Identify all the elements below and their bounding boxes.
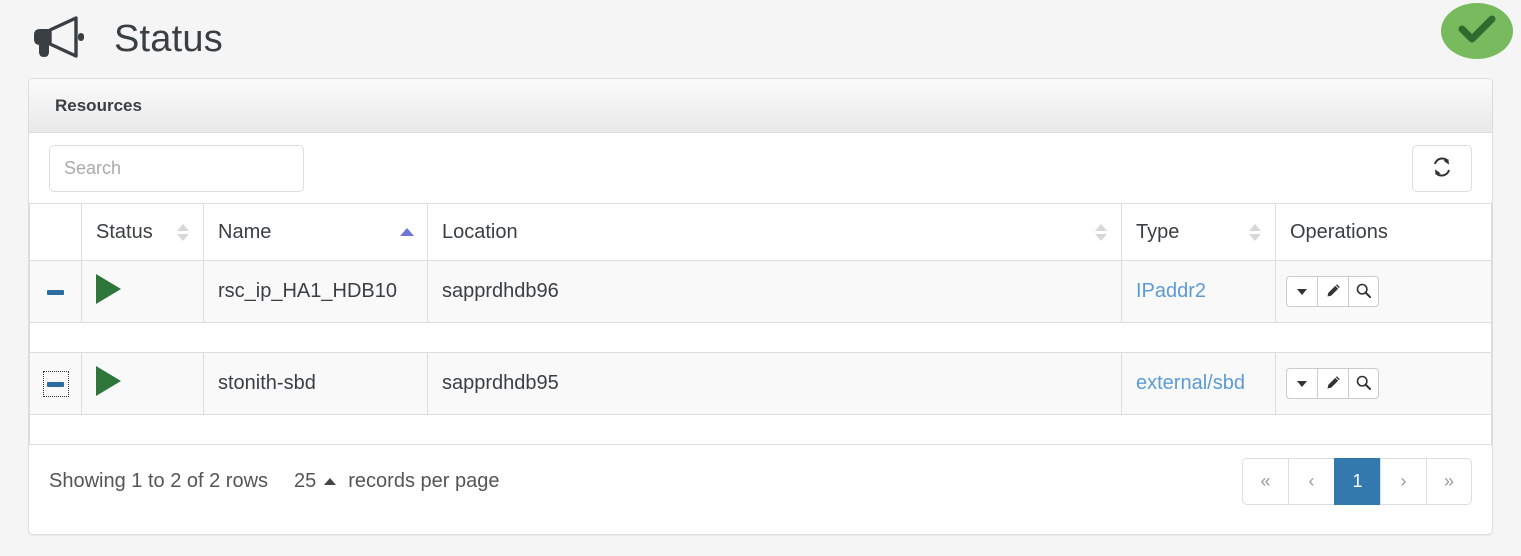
cell-expand-toggle [29,260,82,323]
resources-table: Status Name Location Type Operations rsc… [29,203,1492,445]
table-row: rsc_ip_HA1_HDB10 sapprdhdb96 IPaddr2 [29,260,1492,323]
pagination-prev-button[interactable]: ‹ [1288,457,1334,505]
cell-type: IPaddr2 [1121,260,1276,323]
pagination-next-button[interactable]: › [1380,457,1426,505]
row-detail-content [29,414,1492,445]
caret-down-icon [1297,288,1307,295]
magnifier-icon [1356,375,1372,393]
column-label-type: Type [1136,220,1180,243]
check-icon [1458,14,1496,49]
column-header-name[interactable]: Name [203,203,428,261]
footer-info: Showing 1 to 2 of 2 rows 25 records per … [49,470,499,493]
operations-dropdown-button[interactable] [1286,368,1317,399]
minus-icon [47,381,64,387]
sort-both-icon [1095,221,1107,243]
sort-asc-icon [400,221,414,243]
page-header: Status [0,0,1521,78]
sort-both-icon [177,221,189,243]
cell-expand-toggle [29,352,82,415]
cell-type: external/sbd [1121,352,1276,415]
pagination: « ‹ 1 › » [1242,457,1472,505]
cell-location: sapprdhdb96 [427,260,1122,323]
page-size-dropdown[interactable]: 25 [294,469,337,493]
column-label-status: Status [96,220,153,243]
caret-up-icon [324,477,337,485]
row-detail-panel [29,322,1492,353]
table-header-row: Status Name Location Type Operations [29,203,1492,261]
showing-rows-text: Showing 1 to 2 of 2 rows [49,469,269,492]
megaphone-icon [30,15,86,63]
resources-panel: Resources Status [28,78,1493,535]
row-detail-panel [29,414,1492,445]
operations-dropdown-button[interactable] [1286,276,1317,307]
pencil-icon [1326,283,1341,301]
row-collapse-toggle[interactable] [42,371,69,398]
table-head: Status Name Location Type Operations [29,203,1492,261]
magnifier-icon [1356,283,1372,301]
column-header-type[interactable]: Type [1121,203,1276,261]
minus-icon [47,289,64,295]
view-details-button[interactable] [1348,368,1379,399]
sort-both-icon [1249,221,1261,243]
refresh-button[interactable] [1412,144,1472,192]
table-footer: Showing 1 to 2 of 2 rows 25 records per … [29,445,1492,517]
refresh-icon [1431,156,1453,181]
column-header-location[interactable]: Location [427,203,1122,261]
column-header-operations: Operations [1275,203,1492,261]
cell-location: sapprdhdb95 [427,352,1122,415]
table-body: rsc_ip_HA1_HDB10 sapprdhdb96 IPaddr2 sto… [29,260,1492,445]
panel-heading: Resources [29,79,1492,133]
table-toolbar [29,133,1492,203]
type-link[interactable]: IPaddr2 [1136,280,1206,302]
cell-name: rsc_ip_HA1_HDB10 [203,260,428,323]
edit-button[interactable] [1317,368,1348,399]
type-link[interactable]: external/sbd [1136,372,1245,394]
status-badge [1441,3,1513,59]
cell-operations [1275,260,1492,323]
cell-status [81,352,204,415]
search-input[interactable] [49,144,304,192]
page-title: Status [114,18,223,60]
operations-button-group [1286,276,1379,307]
table-row: stonith-sbd sapprdhdb95 external/sbd [29,352,1492,415]
cell-status [81,260,204,323]
column-label-name: Name [218,220,272,243]
row-collapse-toggle[interactable] [43,279,69,305]
cell-operations [1275,352,1492,415]
pagination-first-button[interactable]: « [1242,457,1288,505]
play-icon [96,365,121,396]
panel-title: Resources [55,95,142,115]
pagination-last-button[interactable]: » [1426,457,1472,505]
cell-name: stonith-sbd [203,352,428,415]
pencil-icon [1326,375,1341,393]
edit-button[interactable] [1317,276,1348,307]
play-icon [96,273,121,304]
column-header-expand [29,203,82,261]
view-details-button[interactable] [1348,276,1379,307]
column-header-status[interactable]: Status [81,203,204,261]
records-per-page-label: records per page [348,469,500,492]
column-label-operations: Operations [1290,220,1388,243]
column-label-location: Location [442,220,518,243]
pagination-page-1[interactable]: 1 [1334,457,1380,505]
caret-down-icon [1297,380,1307,387]
page-size-value: 25 [294,469,317,492]
row-detail-content [29,322,1492,353]
operations-button-group [1286,368,1379,399]
